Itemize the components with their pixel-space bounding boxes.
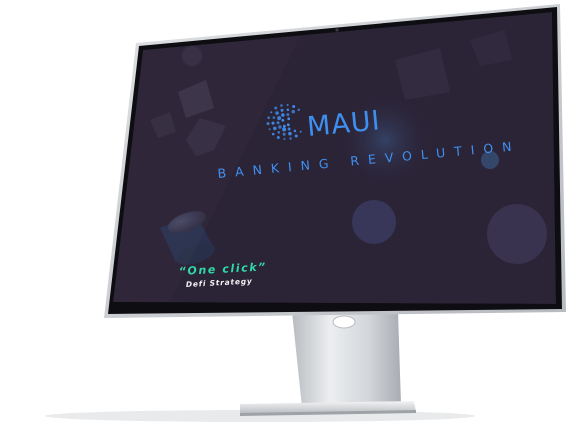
monitor-scene: MAUI BANKING REVOLUTION “One click” Defi… [45,4,566,422]
monitor-stand [240,312,416,416]
stand-hole [332,315,356,329]
camera-dot-icon [335,28,339,32]
